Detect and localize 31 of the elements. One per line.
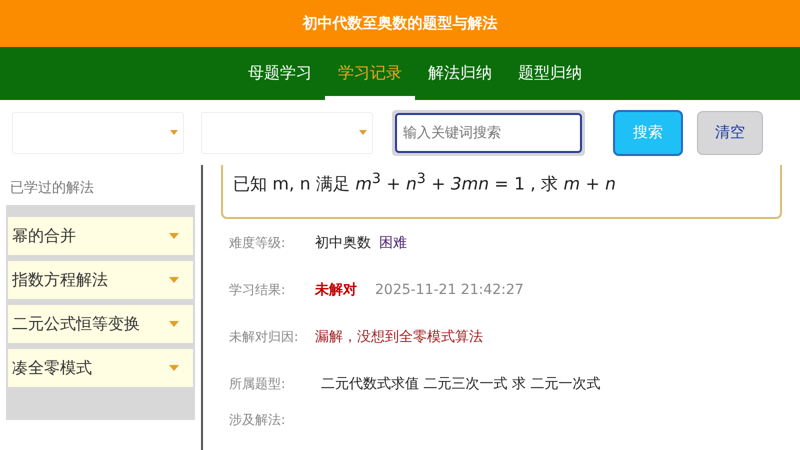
caret-icon: [169, 321, 179, 327]
tab[interactable]: 母题学习: [235, 47, 325, 100]
field-value: 初中奥数: [315, 234, 371, 252]
question-text: 已知 m, n 满足 m$^{3}$ + n$^{3}$ + 3mn = 1 , 求 m + n: [233, 171, 616, 196]
app-title: 初中代数至奥数的题型与解法: [302, 14, 498, 33]
sidebar-item[interactable]: 指数方程解法: [8, 261, 193, 299]
search-field[interactable]: 输入关键词搜索: [392, 110, 585, 156]
sidebar-item[interactable]: 二元公式恒等变换: [8, 305, 193, 343]
tab[interactable]: 题型归纳: [505, 47, 595, 100]
field-label: 未解对归因:: [229, 328, 300, 346]
field-label: 难度等级:: [229, 234, 286, 252]
field-label: 涉及解法:: [229, 412, 286, 429]
field-value: 困难: [379, 234, 407, 252]
clear-button[interactable]: 清空: [697, 110, 763, 154]
dropdown[interactable]: [12, 112, 184, 154]
field-label: 所属题型:: [229, 376, 286, 392]
sidebar-title: 已学过的解法: [9, 179, 95, 198]
caret-icon: [169, 277, 179, 283]
caret-icon: [170, 130, 178, 135]
caret-icon: [359, 130, 367, 135]
caret-icon: [169, 233, 179, 239]
sidebar-item[interactable]: 凑全零模式: [8, 349, 193, 387]
caret-icon: [169, 365, 179, 371]
tab[interactable]: 解法归纳: [415, 47, 505, 100]
field-value: 未解对: [315, 280, 357, 298]
field-value: 漏解，没想到全零模式算法: [315, 328, 483, 346]
field-value: 2025-11-21 21:42:27: [375, 282, 524, 298]
sidebar-item[interactable]: 幂的合并: [8, 217, 193, 255]
field-label: 学习结果:: [229, 282, 286, 298]
dropdown[interactable]: [201, 112, 373, 154]
field-value: 二元代数式求值 二元三次一式 求 二元一次式: [321, 374, 600, 392]
